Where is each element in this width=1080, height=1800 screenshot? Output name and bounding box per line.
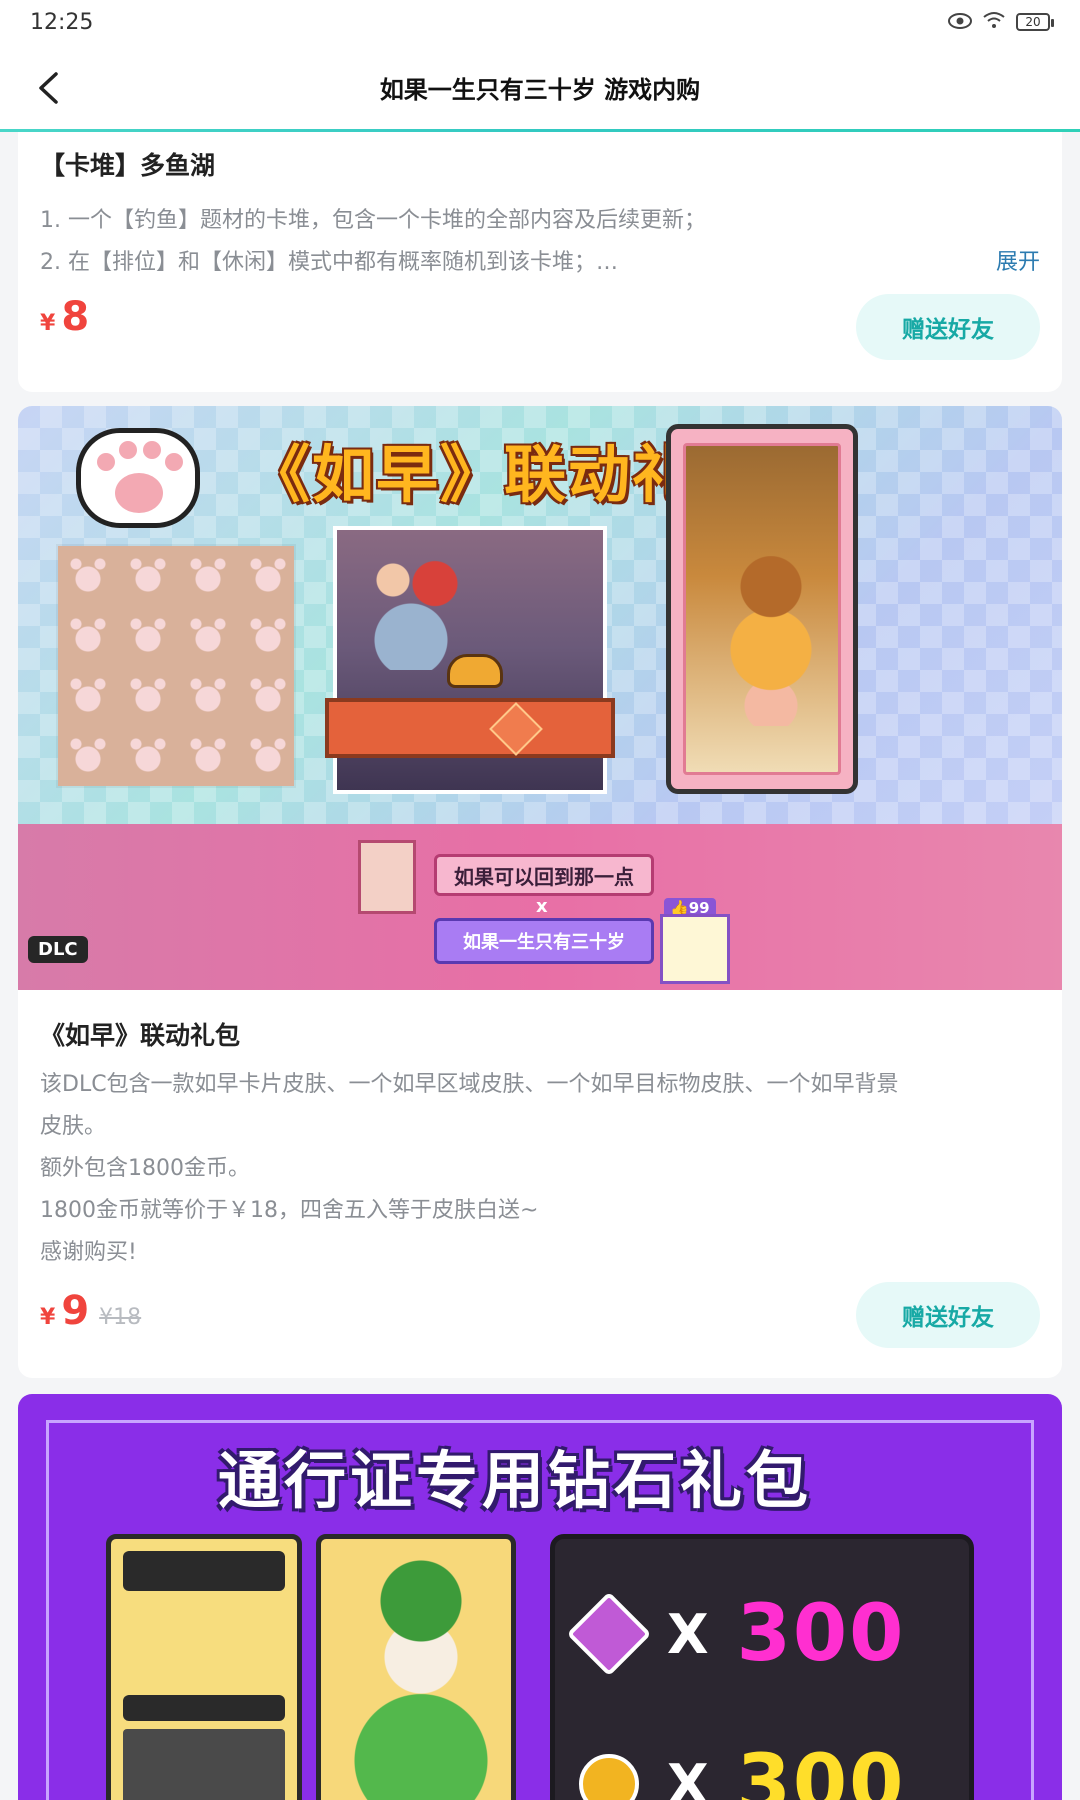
character-avatar <box>358 840 416 914</box>
original-price: ¥18 <box>99 1305 142 1330</box>
diamond-icon <box>566 1591 652 1677</box>
diamond-pack-banner-image[interactable]: 通行证专用钻石礼包 X 300 X 300 <box>18 1394 1062 1800</box>
purchase-list[interactable]: 【卡堆】多鱼湖 1. 一个【钓鱼】题材的卡堆，包含一个卡堆的全部内容及后续更新；… <box>0 132 1080 1800</box>
cat-illustration <box>447 654 503 688</box>
item-desc-line: 2. 在【排位】和【休闲】模式中都有概率随机到该卡堆；… <box>40 250 618 275</box>
item-desc-line: 感谢购买! <box>40 1240 137 1265</box>
fu-ornament <box>489 702 543 756</box>
expand-link[interactable]: 展开 <box>996 244 1040 276</box>
character-card-illustration <box>316 1534 516 1800</box>
collab-chip-top: 如果可以回到那一点 <box>434 854 654 896</box>
item-title: 《如早》联动礼包 <box>40 1021 241 1050</box>
item-price: ¥ 8 <box>40 294 89 340</box>
item-title: 【卡堆】多鱼湖 <box>40 151 216 180</box>
battery-icon: 20 <box>1016 13 1054 31</box>
character-avatar-2 <box>660 914 730 984</box>
dlc-banner-image[interactable]: 《如早》联动礼包 如果可以回到那一点 x 如果一生只有三十岁 👍99 DLC <box>18 406 1062 990</box>
item-desc-line: 1800金币就等价于￥18，四舍五入等于皮肤白送~ <box>40 1198 539 1223</box>
bedroom-scene <box>325 526 615 794</box>
price-amount: 8 <box>61 294 90 340</box>
item-desc-line: 皮肤。 <box>40 1114 107 1139</box>
gift-to-friend-button[interactable]: 赠送好友 <box>856 294 1040 360</box>
currency-symbol: ¥ <box>40 1305 56 1330</box>
times-sign: X <box>667 1602 709 1666</box>
paw-icon <box>76 428 200 528</box>
card-skin-art <box>666 424 858 794</box>
banner-heading: 通行证专用钻石礼包 <box>218 1444 813 1517</box>
item-desc-line: 1. 一个【钓鱼】题材的卡堆，包含一个卡堆的全部内容及后续更新； <box>40 208 706 233</box>
banner-bottom-strip: 如果可以回到那一点 x 如果一生只有三十岁 👍99 <box>18 824 1062 990</box>
item-desc-line: 额外包含1800金币。 <box>40 1156 250 1181</box>
item-card-pass-diamond-pack: 通行证专用钻石礼包 X 300 X 300 <box>18 1394 1062 1800</box>
currency-symbol: ¥ <box>40 311 56 336</box>
item-card-fish-lake: 【卡堆】多鱼湖 1. 一个【钓鱼】题材的卡堆，包含一个卡堆的全部内容及后续更新；… <box>18 132 1062 392</box>
gift-to-friend-button[interactable]: 赠送好友 <box>856 1282 1040 1348</box>
couple-illustration <box>357 550 477 670</box>
price-amount: 9 <box>61 1288 90 1334</box>
collab-chip-bottom: 如果一生只有三十岁 <box>434 918 654 964</box>
wifi-icon <box>982 10 1006 35</box>
status-icons: 20 <box>948 10 1054 35</box>
green-character <box>351 1559 491 1800</box>
status-time: 12:25 <box>30 9 94 35</box>
bed-illustration <box>325 698 615 758</box>
coin-quantity: 300 <box>736 1739 906 1800</box>
dlc-badge: DLC <box>28 936 88 963</box>
reward-panel: X 300 X 300 <box>550 1534 974 1800</box>
coin-icon <box>579 1754 639 1800</box>
coin-reward-row: X 300 <box>579 1739 905 1800</box>
card-frame-illustration <box>106 1534 302 1800</box>
title-bar: 如果一生只有三十岁 游戏内购 <box>0 44 1080 130</box>
collab-x: x <box>536 896 548 917</box>
eye-icon <box>948 10 972 35</box>
status-bar: 12:25 20 <box>0 0 1080 44</box>
paw-pattern-tile <box>58 546 294 786</box>
girl-with-cat-illustration <box>726 556 816 726</box>
gem-quantity: 300 <box>736 1589 906 1679</box>
gem-reward-row: X 300 <box>566 1589 906 1679</box>
item-card-collab-pack: 《如早》联动礼包 如果可以回到那一点 x 如果一生只有三十岁 👍99 DLC 《… <box>18 406 1062 1378</box>
times-sign: X <box>667 1752 709 1800</box>
back-button[interactable] <box>26 66 70 110</box>
page-title: 如果一生只有三十岁 游戏内购 <box>379 75 701 104</box>
chevron-left-icon <box>39 72 58 104</box>
item-price: ¥ 9 ¥18 <box>40 1288 141 1334</box>
item-desc-line: 该DLC包含一款如早卡片皮肤、一个如早区域皮肤、一个如早目标物皮肤、一个如早背景 <box>40 1072 899 1097</box>
